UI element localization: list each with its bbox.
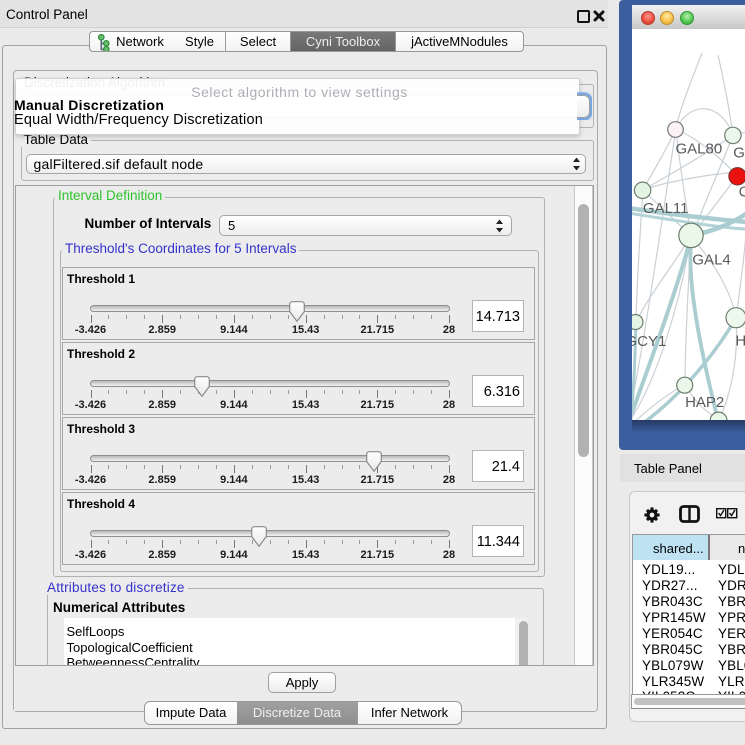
svg-text:GAL80: GAL80 — [676, 141, 723, 158]
svg-text:HAP2: HAP2 — [685, 394, 724, 411]
svg-text:GA: GA — [733, 144, 745, 161]
svg-text:GAL4: GAL4 — [692, 252, 730, 269]
svg-text:GAL11: GAL11 — [643, 200, 689, 217]
svg-text:C: C — [739, 184, 745, 201]
svg-text:H: H — [735, 333, 745, 350]
svg-text:GCY1: GCY1 — [632, 333, 666, 350]
